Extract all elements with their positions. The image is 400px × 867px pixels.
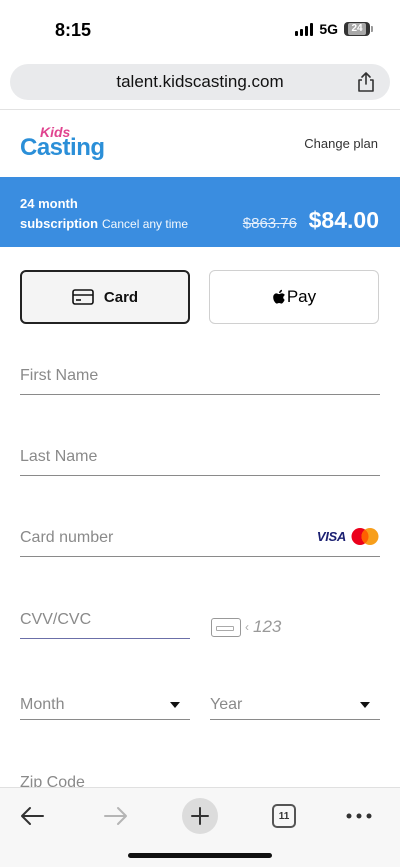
forward-button[interactable] <box>98 796 134 836</box>
forward-arrow-icon <box>104 807 127 825</box>
month-select[interactable]: Month <box>20 696 190 720</box>
chevron-down-icon <box>170 702 180 708</box>
kidscasting-logo[interactable]: Kids Casting <box>20 124 120 161</box>
status-time: 8:15 <box>55 20 92 40</box>
more-dots-icon <box>346 813 372 819</box>
cvv-card-icon <box>211 617 241 637</box>
header-divider <box>0 109 400 110</box>
tabs-button[interactable]: 11 <box>269 796 299 836</box>
cancel-note: Cancel any time <box>102 217 189 231</box>
plan-type: subscription Cancel any time <box>20 216 188 231</box>
first-name-field[interactable] <box>20 365 380 395</box>
plan-type-label: subscription <box>20 216 99 231</box>
cvv-field[interactable] <box>20 609 190 639</box>
status-indicators: 5G 24 <box>295 21 373 37</box>
card-number-input[interactable] <box>20 527 300 549</box>
card-number-field[interactable]: VISA <box>20 527 380 557</box>
old-price: $863.76 <box>242 215 297 232</box>
url-text[interactable]: talent.kidscasting.com <box>10 72 390 92</box>
signal-icon <box>295 22 314 36</box>
plus-icon <box>191 807 209 825</box>
apple-pay-button[interactable]: Pay <box>209 270 379 324</box>
more-button[interactable] <box>344 796 374 836</box>
year-select[interactable]: Year <box>210 696 380 720</box>
tab-count: 11 <box>278 810 290 822</box>
plan-duration: 24 month <box>20 196 78 211</box>
arrow-left-icon: ‹ <box>245 620 249 634</box>
cvv-input[interactable] <box>20 609 190 631</box>
first-name-input[interactable] <box>20 365 380 387</box>
new-price: $84.00 <box>308 207 379 233</box>
visa-logo: VISA <box>316 529 346 544</box>
mastercard-icon <box>351 528 379 545</box>
home-indicator <box>128 853 272 858</box>
cvv-hint: ‹ 123 <box>211 617 281 637</box>
tabs-icon: 11 <box>272 804 296 828</box>
url-bar[interactable]: talent.kidscasting.com <box>10 64 390 100</box>
card-payment-label: Card <box>103 288 139 306</box>
year-placeholder: Year <box>210 696 243 713</box>
month-placeholder: Month <box>20 696 65 713</box>
back-arrow-icon <box>21 807 44 825</box>
share-icon[interactable] <box>356 71 376 93</box>
status-bar: 8:15 5G 24 <box>0 0 400 58</box>
credit-card-icon <box>72 289 94 305</box>
apple-pay-label: Pay <box>286 287 317 306</box>
card-payment-button[interactable]: Card <box>20 270 190 324</box>
battery-icon: 24 <box>344 22 373 36</box>
last-name-input[interactable] <box>20 446 380 468</box>
subscription-banner: 24 month subscription Cancel any time $86… <box>0 177 400 247</box>
change-plan-link[interactable]: Change plan <box>304 136 378 151</box>
logo-casting-text: Casting <box>20 134 105 161</box>
new-tab-button[interactable] <box>180 796 220 836</box>
chevron-down-icon <box>360 702 370 708</box>
battery-level: 24 <box>348 23 366 35</box>
network-label: 5G <box>319 21 338 37</box>
apple-logo-icon <box>273 289 285 304</box>
back-button[interactable] <box>14 796 50 836</box>
cvv-example: 123 <box>253 617 282 636</box>
last-name-field[interactable] <box>20 446 380 476</box>
